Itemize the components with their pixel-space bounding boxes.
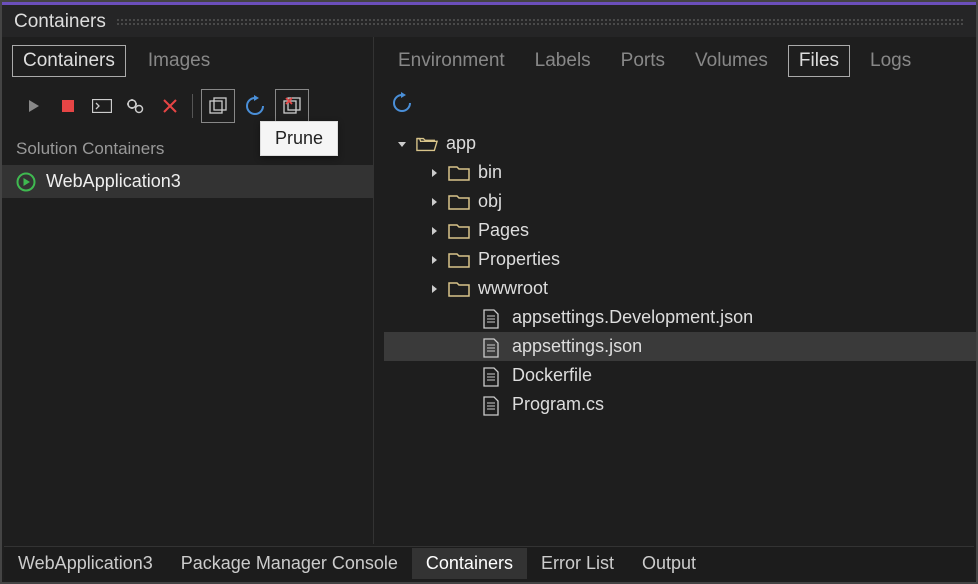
container-item-label: WebApplication3 [46, 171, 181, 192]
bottom-tab-pmc[interactable]: Package Manager Console [167, 548, 412, 579]
title-bar: Containers [2, 5, 976, 37]
tab-ports[interactable]: Ports [611, 46, 675, 76]
file-tree: app bin obj Pages Properties [374, 125, 976, 419]
chevron-right-icon[interactable] [428, 197, 440, 207]
tree-file[interactable]: · Dockerfile [384, 361, 976, 390]
file-icon [482, 338, 504, 356]
bottom-tab-containers[interactable]: Containers [412, 548, 527, 579]
tree-label: appsettings.Development.json [512, 307, 753, 328]
file-icon [482, 309, 504, 327]
play-icon[interactable] [20, 92, 48, 120]
tree-folder-obj[interactable]: obj [384, 187, 976, 216]
file-icon [482, 396, 504, 414]
container-list: WebApplication3 [2, 165, 373, 198]
tree-label: appsettings.json [512, 336, 642, 357]
chevron-right-icon[interactable] [428, 284, 440, 294]
tree-folder-bin[interactable]: bin [384, 158, 976, 187]
terminal-icon[interactable] [88, 92, 116, 120]
folder-icon [448, 222, 470, 240]
tab-environment[interactable]: Environment [388, 46, 515, 76]
right-toolbar [374, 85, 976, 125]
chevron-right-icon[interactable] [428, 226, 440, 236]
right-tab-strip: Environment Labels Ports Volumes Files L… [374, 37, 976, 85]
tree-label: wwwroot [478, 278, 548, 299]
left-tab-strip: Containers Images [2, 37, 373, 85]
stop-icon[interactable] [54, 92, 82, 120]
panel-title: Containers [14, 11, 106, 33]
folder-open-icon [416, 135, 438, 153]
refresh-icon[interactable] [241, 92, 269, 120]
folder-icon [448, 280, 470, 298]
left-toolbar: Prune [2, 85, 373, 129]
tree-label: app [446, 133, 476, 154]
chevron-right-icon[interactable] [428, 255, 440, 265]
windows-icon[interactable] [201, 89, 235, 123]
bottom-tab-output[interactable]: Output [628, 548, 710, 579]
folder-icon [448, 164, 470, 182]
tree-folder-properties[interactable]: Properties [384, 245, 976, 274]
prune-icon[interactable] [275, 89, 309, 123]
tree-folder-wwwroot[interactable]: wwwroot [384, 274, 976, 303]
right-panel: Environment Labels Ports Volumes Files L… [374, 37, 976, 544]
tab-labels[interactable]: Labels [525, 46, 601, 76]
grip-handle[interactable] [116, 18, 964, 26]
chevron-down-icon[interactable] [396, 139, 408, 149]
tree-label: Program.cs [512, 394, 604, 415]
refresh-files-icon[interactable] [388, 89, 416, 117]
running-status-icon [16, 172, 36, 192]
tab-containers[interactable]: Containers [12, 45, 126, 77]
chevron-right-icon[interactable] [428, 168, 440, 178]
tab-logs[interactable]: Logs [860, 46, 921, 76]
file-icon [482, 367, 504, 385]
tree-folder-app[interactable]: app [384, 129, 976, 158]
tree-label: obj [478, 191, 502, 212]
tree-label: Dockerfile [512, 365, 592, 386]
container-item[interactable]: WebApplication3 [2, 165, 373, 198]
bottom-tab-strip: WebApplication3 Package Manager Console … [4, 546, 974, 580]
settings-icon[interactable] [122, 92, 150, 120]
delete-icon[interactable] [156, 92, 184, 120]
tree-label: Properties [478, 249, 560, 270]
tree-file[interactable]: · Program.cs [384, 390, 976, 419]
bottom-tab-webapp[interactable]: WebApplication3 [4, 548, 167, 579]
tree-label: bin [478, 162, 502, 183]
tree-file[interactable]: · appsettings.Development.json [384, 303, 976, 332]
folder-icon [448, 251, 470, 269]
bottom-tab-errorlist[interactable]: Error List [527, 548, 628, 579]
folder-icon [448, 193, 470, 211]
tab-volumes[interactable]: Volumes [685, 46, 778, 76]
left-panel: Containers Images [2, 37, 374, 544]
tab-files[interactable]: Files [788, 45, 850, 77]
tooltip-prune: Prune [260, 121, 338, 156]
tab-images[interactable]: Images [138, 46, 220, 76]
tree-file[interactable]: · appsettings.json [384, 332, 976, 361]
tree-folder-pages[interactable]: Pages [384, 216, 976, 245]
toolbar-separator [192, 94, 193, 118]
tree-label: Pages [478, 220, 529, 241]
